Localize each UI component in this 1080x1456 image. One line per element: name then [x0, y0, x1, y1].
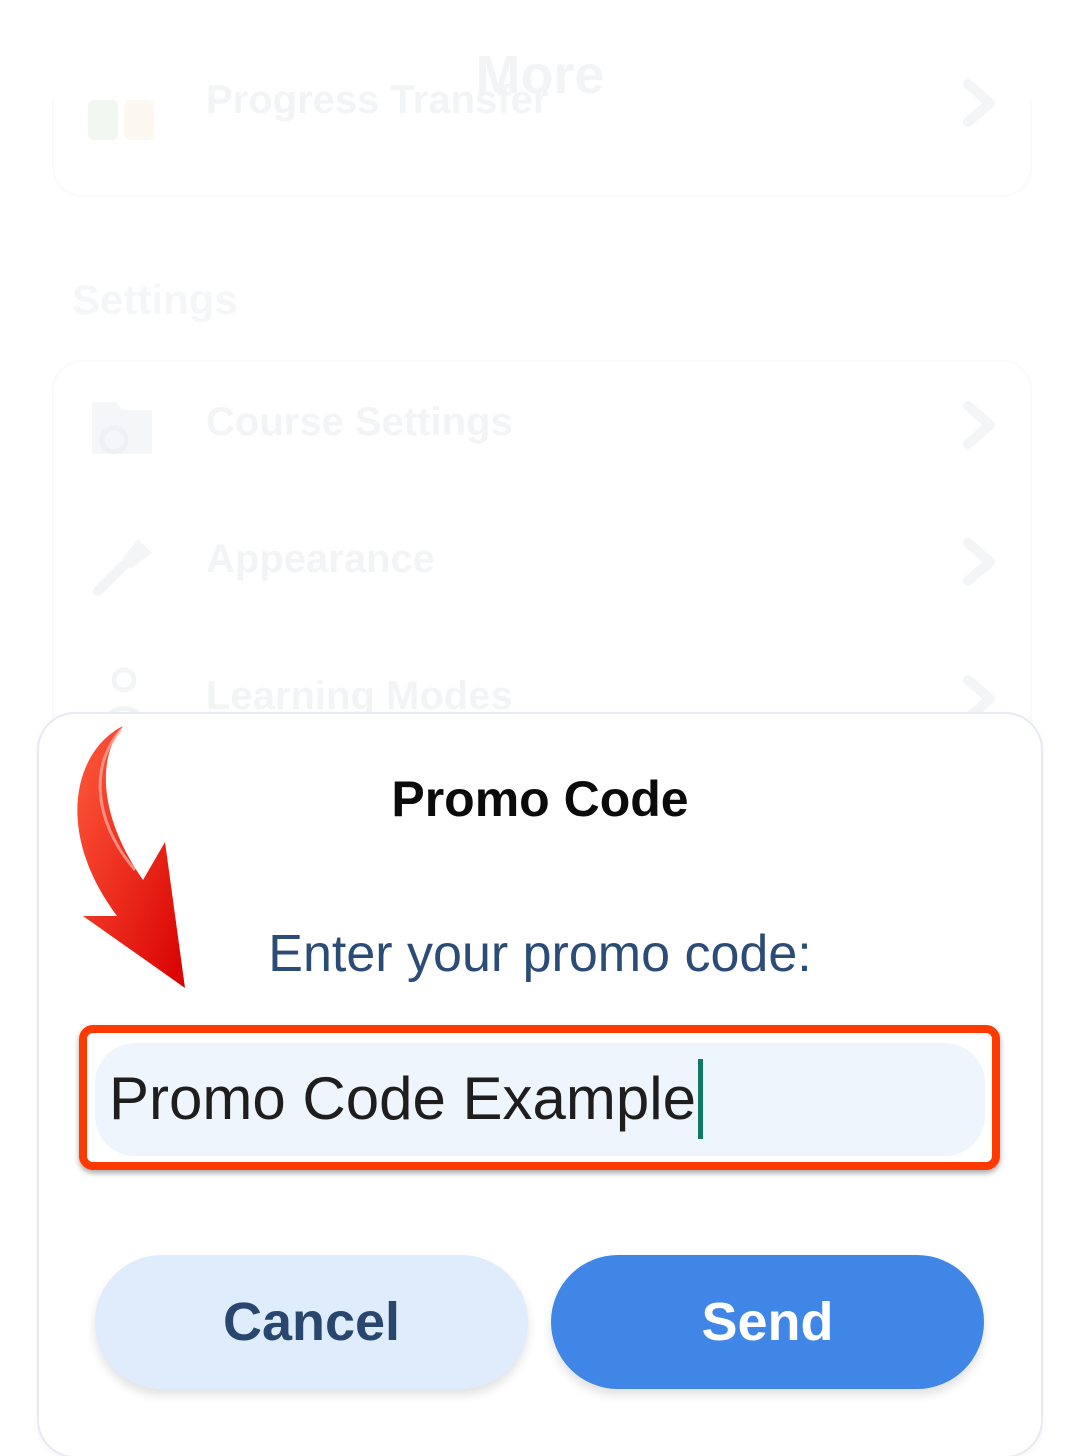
promo-code-input[interactable]: Promo Code Example	[95, 1043, 985, 1156]
input-value-text: Promo Code Example	[109, 1064, 696, 1132]
send-button[interactable]: Send	[551, 1255, 984, 1389]
highlight-box: Promo Code Example	[79, 1025, 1000, 1170]
red-arrow-icon	[77, 726, 185, 988]
text-caret	[697, 1059, 703, 1139]
cancel-button[interactable]: Cancel	[95, 1255, 528, 1389]
promo-code-input-value: Promo Code Example	[109, 1059, 703, 1143]
